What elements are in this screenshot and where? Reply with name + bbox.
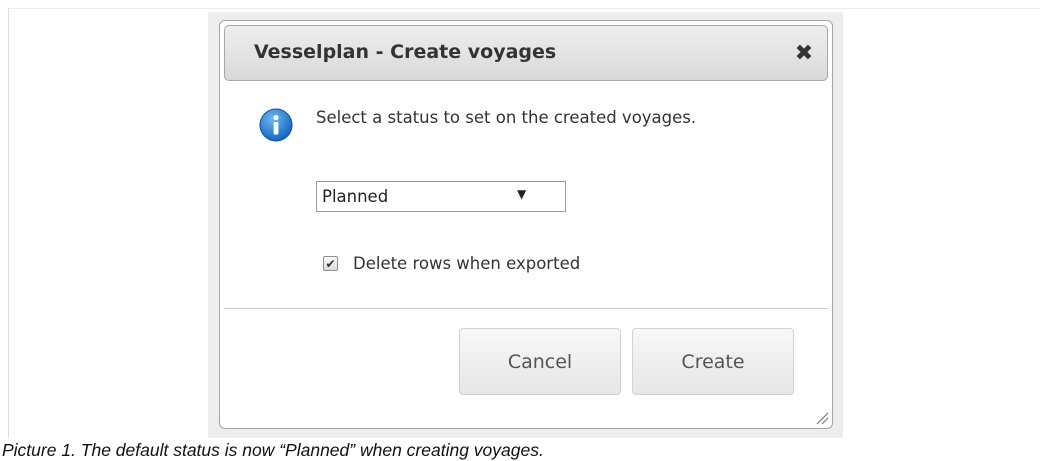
dialog-titlebar[interactable]: Vesselplan - Create voyages ✖ [224,25,828,81]
status-select-value: Planned [322,187,389,206]
dialog-message: Select a status to set on the created vo… [316,108,697,127]
dialog-title: Vesselplan - Create voyages [254,41,557,63]
button-divider [224,308,828,309]
create-voyages-dialog: Vesselplan - Create voyages ✖ Select a s… [219,20,833,429]
resize-grip-icon[interactable] [813,409,829,425]
create-button[interactable]: Create [632,328,794,395]
delete-rows-option: ✔ Delete rows when exported [323,254,580,273]
dropdown-arrow-icon: ▼ [517,187,527,201]
delete-rows-checkbox[interactable]: ✔ [323,256,338,271]
cancel-button[interactable]: Cancel [459,328,621,395]
status-select[interactable]: Planned ▼ [316,181,566,212]
info-icon [259,108,293,142]
delete-rows-label: Delete rows when exported [353,254,581,273]
close-icon[interactable]: ✖ [791,40,817,66]
